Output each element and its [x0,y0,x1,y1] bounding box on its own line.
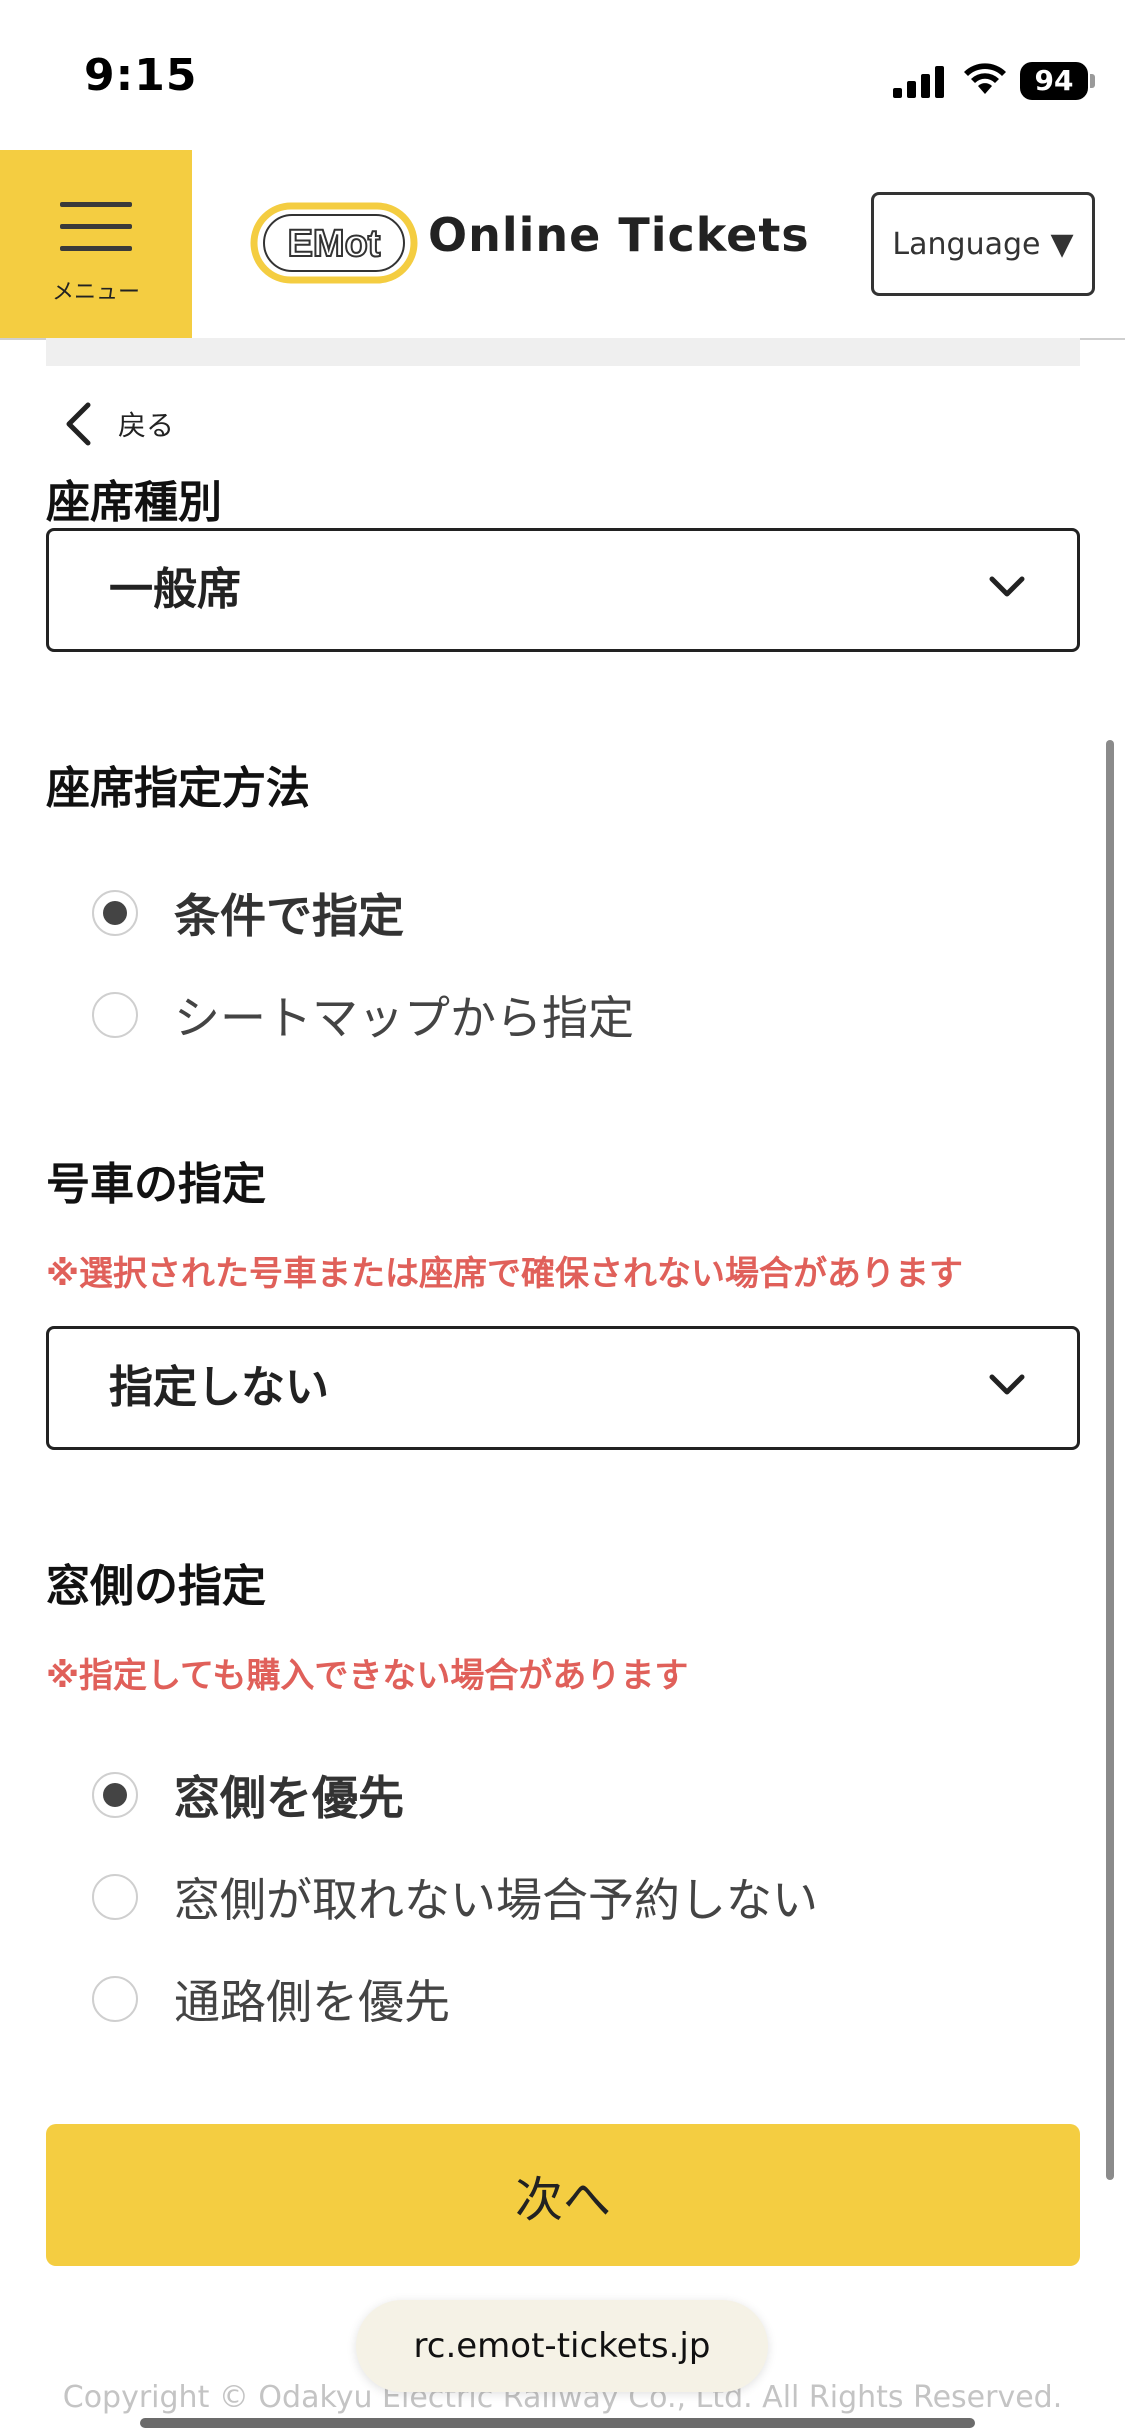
seat-method-title: 座席指定方法 [46,763,310,814]
triangle-down-icon: ▼ [1050,226,1074,262]
back-link[interactable]: 戻る [64,396,174,452]
site-title: Online Tickets [428,208,810,262]
car-number-title: 号車の指定 [46,1159,266,1210]
signal-icon [893,66,944,98]
menu-button[interactable]: メニュー [0,150,192,338]
back-label: 戻る [118,409,175,442]
chevron-left-icon [66,402,91,446]
menu-label: メニュー [51,280,140,305]
window-side-title: 窓側の指定 [46,1561,266,1612]
radio-button[interactable] [92,1874,138,1920]
seat-type-title: 座席種別 [46,477,222,528]
radio-aisle-priority[interactable]: 通路側を優先 [92,1964,450,2034]
seat-type-value: 一般席 [109,564,241,615]
car-number-warning: ※選択された号車または座席で確保されない場合があります [46,1254,964,1294]
logo-mark: EMot [288,223,381,265]
radio-button-checked[interactable] [92,1772,138,1818]
radio-seat-method-condition[interactable]: 条件で指定 [92,878,404,948]
battery-cap [1090,74,1095,88]
radio-label: 窓側を優先 [174,1771,404,1825]
next-button[interactable]: 次へ [46,2124,1080,2266]
info-strip [46,338,1080,366]
radio-button-checked[interactable] [92,890,138,936]
seat-type-select[interactable]: 一般席 [46,528,1080,652]
status-time: 9:15 [84,50,198,101]
radio-label: シートマップから指定 [174,991,634,1045]
car-number-select[interactable]: 指定しない [46,1326,1080,1450]
radio-seat-method-seatmap[interactable]: シートマップから指定 [92,980,634,1050]
wifi-icon [964,63,1006,94]
url-bar[interactable]: rc.emot-tickets.jp [356,2300,768,2392]
radio-window-priority[interactable]: 窓側を優先 [92,1760,404,1830]
app-header: メニュー EMot Online Tickets Language ▼ [0,150,1125,340]
language-button[interactable]: Language ▼ [871,192,1095,296]
car-number-value: 指定しない [109,1362,329,1413]
chevron-down-icon [989,1374,1025,1395]
window-side-warning: ※指定しても購入できない場合があります [46,1656,689,1696]
radio-label: 通路側を優先 [174,1975,450,2029]
radio-label: 窓側が取れない場合予約しない [174,1873,818,1927]
radio-label: 条件で指定 [174,889,404,943]
chevron-down-icon [989,576,1025,597]
language-label: Language [892,226,1041,262]
home-indicator[interactable] [140,2418,975,2428]
emot-logo: EMot [250,202,418,284]
scrollbar[interactable] [1106,740,1114,2180]
radio-button[interactable] [92,1976,138,2022]
status-bar: 9:15 94 [0,0,1125,150]
battery-icon: 94 [1020,62,1088,100]
radio-window-only[interactable]: 窓側が取れない場合予約しない [92,1862,818,1932]
radio-button[interactable] [92,992,138,1038]
